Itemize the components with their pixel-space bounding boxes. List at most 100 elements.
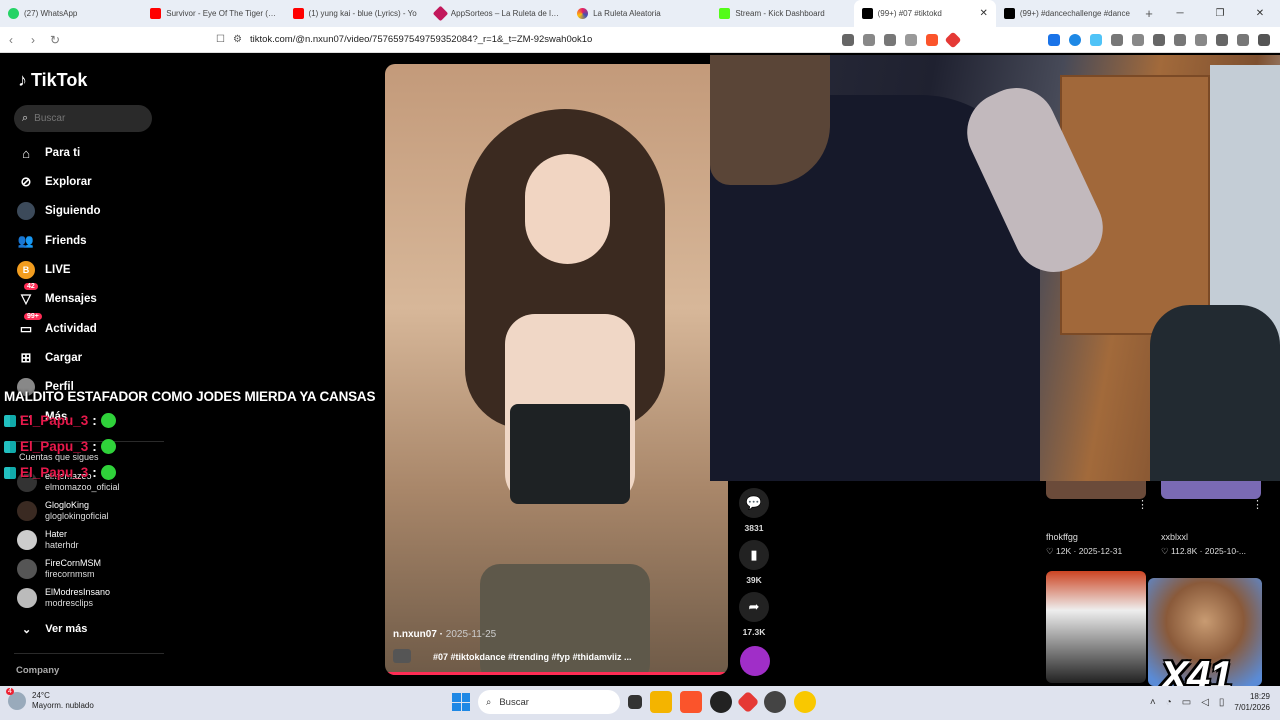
extension-icon[interactable]: [863, 33, 875, 46]
new-tab-button[interactable]: +: [1138, 6, 1160, 21]
comment-button[interactable]: 💬 3831: [737, 488, 771, 533]
extension-icon[interactable]: [1132, 33, 1144, 46]
extension-icon[interactable]: [1090, 33, 1102, 46]
display-icon[interactable]: ▭: [1182, 697, 1191, 708]
share-button[interactable]: ➦ 17.3K: [737, 592, 771, 637]
rec-thumbnail[interactable]: [1046, 479, 1146, 499]
rec-thumbnail[interactable]: [1046, 571, 1146, 683]
compass-icon: ⊘: [20, 174, 32, 189]
app-icon[interactable]: [794, 691, 816, 713]
file-explorer-icon[interactable]: [650, 691, 672, 713]
volume-icon[interactable]: ◁: [1201, 697, 1209, 708]
browser-tab[interactable]: (27) WhatsApp: [0, 0, 142, 27]
roulette-icon: [577, 8, 589, 19]
browser-tab[interactable]: Stream - Kick Dashboard: [711, 0, 853, 27]
followed-account[interactable]: FireCornMSM firecornmsm: [17, 558, 101, 580]
translate-icon[interactable]: [884, 33, 896, 46]
video-progress-bar[interactable]: [385, 672, 728, 675]
taskbar-search[interactable]: ⌕ Buscar: [478, 690, 620, 714]
windows-start-icon[interactable]: [452, 693, 470, 711]
browser-tab[interactable]: Survivor - Eye Of The Tiger (Official: [142, 0, 284, 27]
brave-rewards-icon[interactable]: [944, 31, 962, 48]
extension-icon[interactable]: [1069, 33, 1081, 46]
back-icon[interactable]: ‹: [0, 33, 22, 47]
youtube-icon: [292, 8, 304, 19]
brave-shield-icon[interactable]: [926, 33, 938, 46]
site-info-icon[interactable]: ⚙: [233, 34, 242, 45]
avatar: [17, 588, 37, 608]
nav-mensajes[interactable]: ▽ 42 Mensajes: [17, 283, 97, 311]
nav-siguiendo[interactable]: Siguiendo: [17, 199, 101, 223]
task-view-icon[interactable]: [628, 695, 642, 709]
leo-icon[interactable]: [1216, 33, 1228, 46]
chevron-up-icon[interactable]: ˄: [1150, 697, 1156, 708]
nav-live[interactable]: B LIVE: [17, 258, 71, 282]
video-caption[interactable]: #07 #tiktokdance #trending #fyp #thidamv…: [433, 652, 632, 662]
close-tab-icon[interactable]: ✕: [979, 8, 987, 19]
chat-user: El_Papu_3: [20, 465, 89, 480]
weather-temp: 24°C: [32, 691, 50, 700]
app-icon[interactable]: [736, 690, 760, 714]
browser-tab[interactable]: (99+) #dancechallenge #dance: [996, 0, 1138, 27]
app-icon[interactable]: [710, 691, 732, 713]
rec-title[interactable]: El amanecer del planeta de los...: [1046, 499, 1136, 529]
weather-badge: 4: [6, 688, 14, 695]
tiktok-icon: [1003, 8, 1015, 19]
battery-icon[interactable]: ▯: [1219, 697, 1225, 708]
followed-account[interactable]: Hater haterhdr: [17, 529, 79, 551]
video-author[interactable]: n.nxun07 · 2025-11-25: [393, 629, 496, 640]
video-player[interactable]: n.nxun07 · 2025-11-25 #07 #tiktokdance #…: [385, 64, 728, 675]
clock[interactable]: 18:29 7/01/2026: [1234, 691, 1270, 713]
share-icon[interactable]: [905, 33, 917, 46]
forward-icon[interactable]: ›: [22, 33, 44, 47]
bookmark-icon[interactable]: ☐: [216, 34, 225, 45]
close-window-icon[interactable]: ✕: [1240, 8, 1280, 19]
more-options-icon[interactable]: ⋮: [1137, 498, 1148, 511]
omnibox[interactable]: ☐ ⚙ tiktok.com/@n.nxun07/video/757659754…: [216, 29, 592, 51]
music-icon[interactable]: [1153, 33, 1165, 46]
tiktok-icon: [861, 8, 873, 19]
chat-user: El_Papu_3: [20, 439, 89, 454]
nav-friends[interactable]: 👥 Friends: [17, 229, 87, 253]
nav-explorar[interactable]: ⊘ Explorar: [17, 170, 92, 194]
sound-icon[interactable]: [393, 649, 411, 663]
more-options-icon[interactable]: ⋮: [1252, 498, 1263, 511]
tiktok-logo[interactable]: ♪ TikTok: [18, 70, 87, 91]
sidebar-icon[interactable]: [1174, 33, 1186, 46]
search-input[interactable]: [34, 113, 135, 124]
company-link[interactable]: Company: [16, 665, 59, 676]
rec-user[interactable]: xxblxxl: [1161, 532, 1188, 542]
url-text[interactable]: tiktok.com/@n.nxun07/video/7576597549759…: [250, 34, 592, 45]
followed-account[interactable]: GlogloKing glogloking​oficial: [17, 500, 109, 522]
music-disc-icon[interactable]: [740, 646, 770, 676]
browser-tab[interactable]: La Ruleta Aleatoria: [569, 0, 711, 27]
nav-actividad[interactable]: ▭ 99+ Actividad: [17, 313, 97, 341]
browser-tab-active[interactable]: (99+) #07 #tiktokd ✕: [853, 0, 996, 27]
extension-icon[interactable]: [842, 33, 854, 46]
vpn-icon[interactable]: [1237, 33, 1249, 46]
browser-tab[interactable]: (1) yung kai - blue (Lyrics) - Yo: [285, 0, 427, 27]
account-name: Hater: [45, 529, 68, 539]
save-button[interactable]: ▮ 39K: [737, 540, 771, 585]
brave-icon[interactable]: [680, 691, 702, 713]
rec-thumbnail[interactable]: [1161, 479, 1261, 499]
nav-para-ti[interactable]: ⌂ Para ti: [17, 141, 80, 165]
nav-cargar[interactable]: ⊞ Cargar: [17, 346, 83, 370]
rec-user[interactable]: fhokffgg: [1046, 532, 1078, 542]
rec-title[interactable]: #mylittlepony #celestia...: [1161, 499, 1251, 529]
search-box[interactable]: ⌕: [14, 105, 152, 132]
network-icon[interactable]: ◔: [1166, 697, 1172, 708]
taskbar-apps: ⌕ Buscar: [452, 690, 816, 714]
menu-icon[interactable]: [1258, 33, 1270, 46]
followed-account[interactable]: ElModresInsano modresclips: [17, 587, 110, 609]
wallet-icon[interactable]: [1195, 33, 1207, 46]
weather-widget[interactable]: 4 24°C Mayorm. nublado: [6, 688, 94, 711]
browser-tab[interactable]: AppSorteos – La Ruleta de la S: [427, 0, 569, 27]
see-more-button[interactable]: ⌄ Ver más: [22, 623, 87, 636]
reload-icon[interactable]: ↻: [44, 33, 66, 47]
puzzle-icon[interactable]: [1111, 33, 1123, 46]
extension-icon[interactable]: [1048, 33, 1060, 46]
minimize-icon[interactable]: ─: [1160, 8, 1200, 19]
maximize-icon[interactable]: ❐: [1200, 8, 1240, 19]
app-icon[interactable]: [764, 691, 786, 713]
